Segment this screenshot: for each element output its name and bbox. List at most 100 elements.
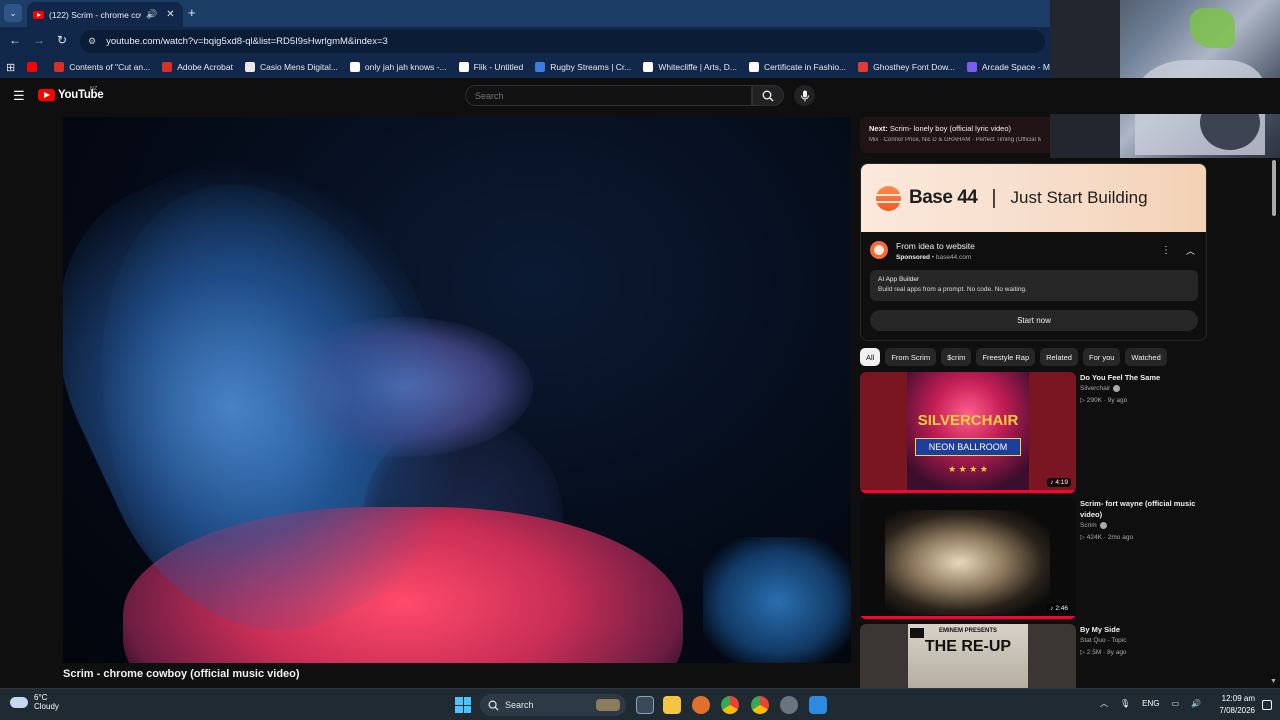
address-bar[interactable]: ⚙ youtube.com/watch?v=bqig5xd8-ql&list=R… <box>80 30 1045 53</box>
filter-chip[interactable]: All <box>860 348 881 366</box>
voice-search-button[interactable] <box>794 85 815 106</box>
filter-chip[interactable]: $crim <box>941 348 972 366</box>
scrollbar-thumb[interactable] <box>1272 160 1276 216</box>
ad-headline[interactable]: From idea to website <box>896 241 975 251</box>
recommendation-item[interactable]: EMINEM PRESENTS THE RE-UP By My Side Sta… <box>860 624 1205 688</box>
apps-grid-icon[interactable]: ⊞ <box>6 61 15 74</box>
forward-arrow-icon[interactable]: → <box>33 33 45 47</box>
ad-separator: | <box>991 186 997 209</box>
tab-search-button[interactable]: ⌄ <box>4 4 22 22</box>
ad-info: From idea to website Sponsored • base44.… <box>870 241 975 261</box>
language-indicator[interactable]: ENG <box>1142 699 1159 708</box>
bookmark-item[interactable] <box>27 62 42 72</box>
video-stats: ▷ 424K · 2mo ago <box>1080 534 1134 541</box>
thumbnail-art-title: SILVERCHAIR <box>917 412 1019 429</box>
system-tray: ︿ 🎙 ENG ▭ 🔊 <box>1100 698 1201 709</box>
bookmark-item[interactable]: Flik - Untitled <box>458 62 524 72</box>
bookmark-item[interactable]: Whitecliffe | Arts, D... <box>643 62 737 72</box>
back-arrow-icon[interactable]: ← <box>9 33 21 47</box>
bookmark-label: Rugby Streams | Cr... <box>550 62 632 72</box>
up-next-card[interactable]: Next: Scrim- lonely boy (official lyric … <box>860 117 1050 153</box>
bookmark-item[interactable]: Contents of "Cut an... <box>54 62 150 72</box>
channel-name[interactable]: Stat Quo - Topic <box>1080 637 1205 644</box>
scroll-down-icon[interactable]: ▼ <box>1270 678 1277 685</box>
reload-icon[interactable]: ↻ <box>57 33 67 47</box>
browser-tab-active[interactable]: (122) Scrim - chrome cowb 🔊 ✕ <box>27 2 183 27</box>
filter-chip[interactable]: Watched <box>1125 348 1167 366</box>
recommendation-title[interactable]: By My Side <box>1080 624 1205 635</box>
system-clock[interactable]: 12:09 am 7/08/2026 <box>1210 694 1255 715</box>
search-box[interactable] <box>465 85 752 106</box>
bookmark-item[interactable]: Ghosthey Font Dow... <box>858 62 955 72</box>
search-button[interactable] <box>752 85 784 106</box>
url-text[interactable]: youtube.com/watch?v=bqig5xd8-ql&list=RD5… <box>106 36 388 47</box>
bookmarks-bar: ⊞ Contents of "Cut an... Adobe Acrobat Cas… <box>0 56 1066 78</box>
task-view-icon[interactable] <box>636 696 654 714</box>
microphone-icon[interactable]: 🎙 <box>1120 699 1130 708</box>
bookmark-item[interactable]: Adobe Acrobat <box>162 62 233 72</box>
ad-feature-card[interactable]: AI App Builder Build real apps from a pr… <box>870 270 1198 301</box>
video-thumbnail[interactable]: EMINEM PRESENTS THE RE-UP <box>860 624 1076 688</box>
channel-name[interactable]: Silverchair <box>1080 385 1205 392</box>
video-player[interactable] <box>63 117 851 663</box>
bookmark-favicon-icon <box>966 62 977 72</box>
bookmark-item[interactable]: Rugby Streams | Cr... <box>535 62 631 72</box>
watch-progress-bar <box>860 490 1076 493</box>
weather-description: Cloudy <box>34 702 59 711</box>
taskbar-search[interactable]: Search <box>480 694 626 716</box>
more-options-icon[interactable]: ⋮ <box>1161 245 1171 256</box>
fl-studio-icon[interactable] <box>692 696 710 714</box>
hamburger-menu-icon[interactable]: ☰ <box>13 88 25 104</box>
windows-taskbar: 6°C Cloudy Search ︿ 🎙 ENG ▭ 🔊 12:09 am 7… <box>0 688 1280 720</box>
bookmark-label: Flik - Untitled <box>473 62 524 72</box>
network-icon[interactable]: ▭ <box>1172 699 1180 708</box>
speaker-icon[interactable]: 🔊 <box>146 9 157 20</box>
site-info-icon[interactable]: ⚙ <box>88 36 96 47</box>
chrome-profile-icon[interactable] <box>751 696 769 714</box>
weather-temperature: 6°C <box>34 693 48 702</box>
file-explorer-icon[interactable] <box>663 696 681 714</box>
video-thumbnail[interactable]: SILVERCHAIR NEON BALLROOM ★ ★ ★ ★ ♪ 4:19 <box>860 372 1076 493</box>
channel-name[interactable]: Scrim <box>1080 522 1205 529</box>
tab-close-button[interactable]: ✕ <box>166 9 174 20</box>
chevron-up-icon[interactable]: ︿ <box>1186 244 1195 257</box>
thumbnail-art-title: EMINEM PRESENTS <box>938 628 997 634</box>
bookmark-item[interactable]: only jah jah knows -... <box>349 62 447 72</box>
windows-start-icon[interactable] <box>455 697 471 713</box>
photos-icon[interactable] <box>809 696 827 714</box>
bookmark-favicon-icon <box>349 62 360 72</box>
new-tab-button[interactable]: + <box>188 5 196 20</box>
ad-banner[interactable]: Base 44 | Just Start Building <box>861 164 1206 232</box>
volume-icon[interactable]: 🔊 <box>1191 699 1201 708</box>
filter-chip[interactable]: Freestyle Rap <box>976 348 1036 366</box>
bookmark-favicon-icon <box>458 62 469 72</box>
start-now-button[interactable]: Start now <box>870 310 1198 331</box>
search-input[interactable] <box>475 90 735 101</box>
watch-progress-bar <box>860 616 1076 619</box>
filter-chip[interactable]: From Scrim <box>885 348 937 366</box>
recommendation-title[interactable]: Do You Feel The Same <box>1080 372 1205 383</box>
video-thumbnail[interactable]: ♪ 2:46 <box>860 498 1076 619</box>
filter-chip[interactable]: For you <box>1082 348 1121 366</box>
bookmark-label: Adobe Acrobat <box>177 62 233 72</box>
app-icon[interactable] <box>780 696 798 714</box>
tab-title: (122) Scrim - chrome cowb <box>49 9 141 20</box>
bookmark-item[interactable]: Certificate in Fashio... <box>748 62 846 72</box>
filter-chip[interactable]: Related <box>1040 348 1078 366</box>
notification-icon[interactable] <box>1262 700 1272 710</box>
clock-time: 12:09 am <box>1221 694 1255 703</box>
recommendation-item[interactable]: SILVERCHAIR NEON BALLROOM ★ ★ ★ ★ ♪ 4:19… <box>860 372 1205 493</box>
up-next-subtitle: Mix · Connor Price, Nic D & GRAHAM · Per… <box>869 137 1041 143</box>
bookmark-item[interactable]: Casio Mens Digital... <box>244 62 338 72</box>
recommendation-title[interactable]: Scrim- fort wayne (official music video) <box>1080 498 1205 520</box>
chevron-up-icon[interactable]: ︿ <box>1100 698 1108 709</box>
advertiser-avatar[interactable] <box>870 241 888 259</box>
weather-widget[interactable]: 6°C Cloudy <box>10 693 59 711</box>
recommendation-item[interactable]: ♪ 2:46 Scrim- fort wayne (official music… <box>860 498 1205 619</box>
page-scrollbar[interactable]: ▼ <box>1270 160 1278 690</box>
video-title: Scrim - chrome cowboy (official music vi… <box>63 668 300 680</box>
chrome-icon[interactable] <box>721 696 739 714</box>
bookmark-favicon-icon <box>27 62 38 72</box>
sponsored-ad: Base 44 | Just Start Building From idea … <box>860 163 1207 341</box>
youtube-logo[interactable]: YouTube NZ <box>38 86 104 101</box>
